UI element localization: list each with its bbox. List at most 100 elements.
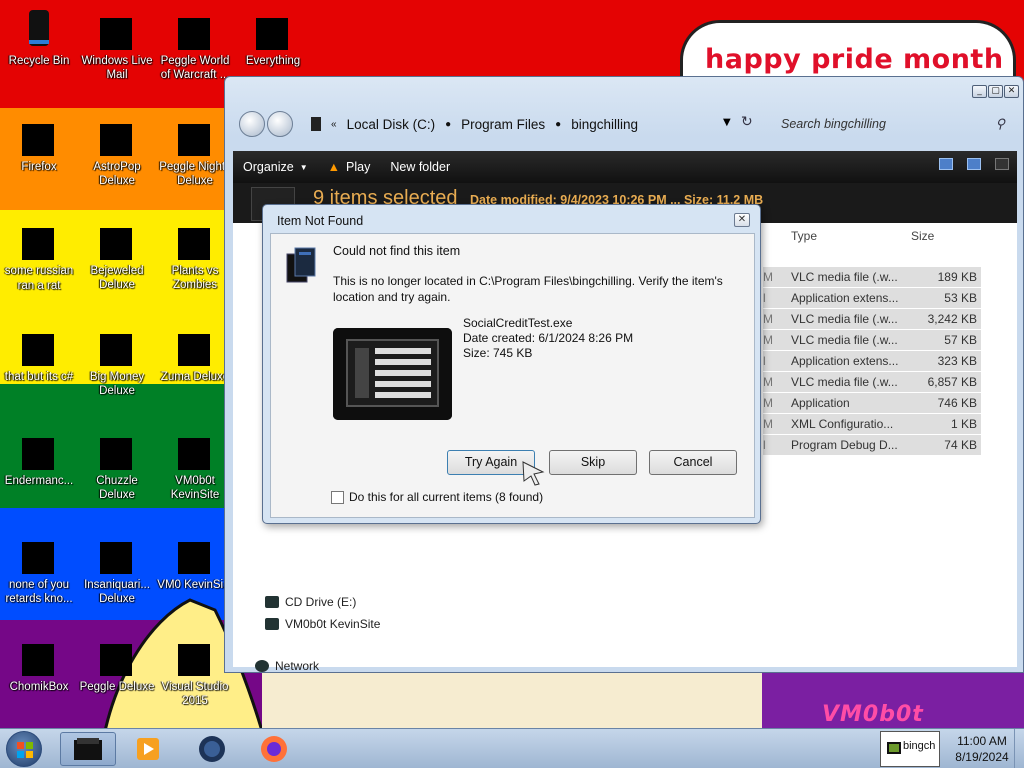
desktop-icon-endermanc[interactable]: Endermanc... xyxy=(0,426,78,488)
play-button[interactable]: ▲ Play xyxy=(318,160,381,174)
minimize-button[interactable]: _ xyxy=(972,85,987,98)
breadcrumb-separator-icon[interactable]: ● xyxy=(555,119,561,130)
file-row[interactable]: l Program Debug D... 74 KB xyxy=(763,435,981,456)
file-row[interactable]: M XML Configuratio... 1 KB xyxy=(763,414,981,435)
file-row[interactable]: M Application 746 KB xyxy=(763,393,981,414)
cancel-button[interactable]: Cancel xyxy=(649,450,737,475)
view-icon[interactable] xyxy=(939,158,953,170)
desktop-icon-label: Peggle Deluxe xyxy=(79,681,155,693)
desktop-icon-recycle-bin[interactable]: Recycle Bin xyxy=(0,6,78,68)
desktop-icon-vm0b0t-kevinsite[interactable]: VM0b0t KevinSite xyxy=(156,426,234,502)
play-label: Play xyxy=(346,160,371,174)
maximize-button[interactable]: ▢ xyxy=(988,85,1003,98)
close-button[interactable]: ✕ xyxy=(1004,85,1019,98)
desktop-icon-visual-studio[interactable]: Visual Studio 2015 xyxy=(156,632,234,708)
breadcrumb-bingchilling[interactable]: bingchilling xyxy=(571,117,638,132)
desktop-icon-insaniquarium[interactable]: Insaniquari... Deluxe xyxy=(78,530,156,606)
tray-thumbnail[interactable]: bingch xyxy=(880,731,940,767)
apply-to-all-checkbox[interactable]: Do this for all current items (8 found) xyxy=(331,490,543,504)
breadcrumb-separator-icon[interactable]: ● xyxy=(445,119,451,130)
item-not-found-dialog: Item Not Found ✕ Could not find this ite… xyxy=(262,204,761,524)
column-header-type[interactable]: Type xyxy=(791,229,817,243)
search-placeholder: Search bingchilling xyxy=(781,117,886,131)
column-header-size[interactable]: Size xyxy=(911,229,934,243)
breadcrumb-overflow-icon[interactable]: « xyxy=(331,119,337,130)
nav-cd-drive[interactable]: CD Drive (E:) xyxy=(265,595,356,609)
skip-button[interactable]: Skip xyxy=(549,450,637,475)
desktop-icon-russian-rat[interactable]: some russian ran a rat xyxy=(0,216,78,294)
checkbox[interactable] xyxy=(331,490,344,504)
firefox-icon xyxy=(261,736,287,762)
desktop-icon-label-text: Peggle Nights Deluxe xyxy=(159,161,231,187)
taskbar-media-player[interactable] xyxy=(120,732,176,766)
file-type: VLC media file (.w... xyxy=(791,312,898,326)
desktop-icon-firefox[interactable]: Firefox xyxy=(0,112,78,174)
dialog-close-button[interactable]: ✕ xyxy=(734,213,750,227)
file-size: 57 KB xyxy=(944,333,977,347)
address-dropdown-icon[interactable]: ▼ xyxy=(723,117,731,128)
taskbar-globe-app[interactable] xyxy=(184,732,240,766)
file-row[interactable]: l Application extens... 323 KB xyxy=(763,351,981,372)
desktop-icon-that-but-csharp[interactable]: that but its c# xyxy=(0,322,78,384)
desktop-icon-windows-live-mail[interactable]: Windows Live Mail xyxy=(78,6,156,82)
desktop-icon-chuzzle[interactable]: Chuzzle Deluxe xyxy=(78,426,156,502)
hamster-icon xyxy=(16,632,62,678)
desktop-icon-label-text: Plants vs Zombies xyxy=(171,265,219,291)
file-row[interactable]: M VLC media file (.w... 3,242 KB xyxy=(763,309,981,330)
desktop-icon-label-text: none of you retards kno... xyxy=(5,579,73,605)
desktop-icon-vm0-kevinsi[interactable]: VM0 KevinSi... xyxy=(156,530,234,592)
search-input[interactable]: Search bingchilling ⚲ xyxy=(773,112,1013,136)
desktop-icon-label: Plants vs Zombies xyxy=(156,264,234,292)
back-button[interactable] xyxy=(239,111,265,137)
desktop-icon-bejeweled[interactable]: Bejeweled Deluxe xyxy=(78,216,156,292)
desktop-icon-everything[interactable]: Everything xyxy=(234,6,312,68)
desktop-icon-peggle-wow[interactable]: Peggle World of Warcraft ... xyxy=(156,6,234,82)
desktop-icon-label: Big Money Deluxe xyxy=(78,370,156,398)
help-icon[interactable] xyxy=(995,158,1009,170)
windows-logo-icon xyxy=(17,742,33,758)
row-fragment: l xyxy=(763,354,766,368)
nav-network[interactable]: Network xyxy=(255,659,319,673)
new-folder-button[interactable]: New folder xyxy=(380,160,460,174)
globe-icon xyxy=(199,736,225,762)
nav-vm0b0t-kevinsite[interactable]: VM0b0t KevinSite xyxy=(265,617,380,631)
file-row[interactable]: M VLC media file (.w... 6,857 KB xyxy=(763,372,981,393)
file-type: VLC media file (.w... xyxy=(791,270,898,284)
taskbar-firefox[interactable] xyxy=(246,732,302,766)
desktop-icon-none-of-you[interactable]: none of you retards kno... xyxy=(0,530,78,606)
file-type: Application extens... xyxy=(791,291,899,305)
dialog-heading: Could not find this item xyxy=(333,244,461,258)
desktop-icon-chomikbox[interactable]: ChomikBox xyxy=(0,632,78,694)
address-bar[interactable]: « Local Disk (C:) ● Program Files ● bing… xyxy=(311,112,761,136)
desktop-icon-peggle-deluxe[interactable]: Peggle Deluxe xyxy=(78,632,156,694)
desktop-icon-peggle-nights[interactable]: Peggle Nights Deluxe xyxy=(156,112,234,188)
desktop-icon-big-money[interactable]: Big Money Deluxe xyxy=(78,322,156,398)
file-row[interactable]: l Application extens... 53 KB xyxy=(763,288,981,309)
peggle-icon xyxy=(172,112,218,158)
show-desktop-button[interactable] xyxy=(1014,729,1024,768)
tray-app-icon xyxy=(887,742,901,754)
file-row[interactable]: M VLC media file (.w... 57 KB xyxy=(763,330,981,351)
view-controls xyxy=(939,158,1009,170)
breadcrumb-local-disk[interactable]: Local Disk (C:) xyxy=(347,117,436,132)
search-icon[interactable]: ⚲ xyxy=(995,116,1005,132)
preview-pane-icon[interactable] xyxy=(967,158,981,170)
drive-icon xyxy=(265,618,279,630)
start-button[interactable] xyxy=(6,731,42,767)
file-copy-icon xyxy=(286,247,316,283)
file-size: 189 KB xyxy=(937,270,977,284)
search-app-icon xyxy=(250,6,296,52)
desktop-icon-label-text: Bejeweled Deluxe xyxy=(90,265,144,291)
file-row[interactable]: M VLC media file (.w... 189 KB xyxy=(763,267,981,288)
taskbar-explorer[interactable] xyxy=(60,732,116,766)
desktop-icon-astropop[interactable]: AstroPop Deluxe xyxy=(78,112,156,188)
organize-button[interactable]: Organize ▼ xyxy=(233,160,318,174)
desktop-icon-zuma[interactable]: Zuma Deluxe xyxy=(156,322,234,384)
desktop-icon-plants-vs-zombies[interactable]: Plants vs Zombies xyxy=(156,216,234,292)
breadcrumb-program-files[interactable]: Program Files xyxy=(461,117,545,132)
clock[interactable]: 11:00 AM 8/19/2024 xyxy=(945,733,1019,765)
media-player-icon xyxy=(137,738,159,760)
refresh-icon[interactable]: ↻ xyxy=(741,114,753,130)
checkbox-label: Do this for all current items (8 found) xyxy=(349,490,544,504)
forward-button[interactable] xyxy=(267,111,293,137)
